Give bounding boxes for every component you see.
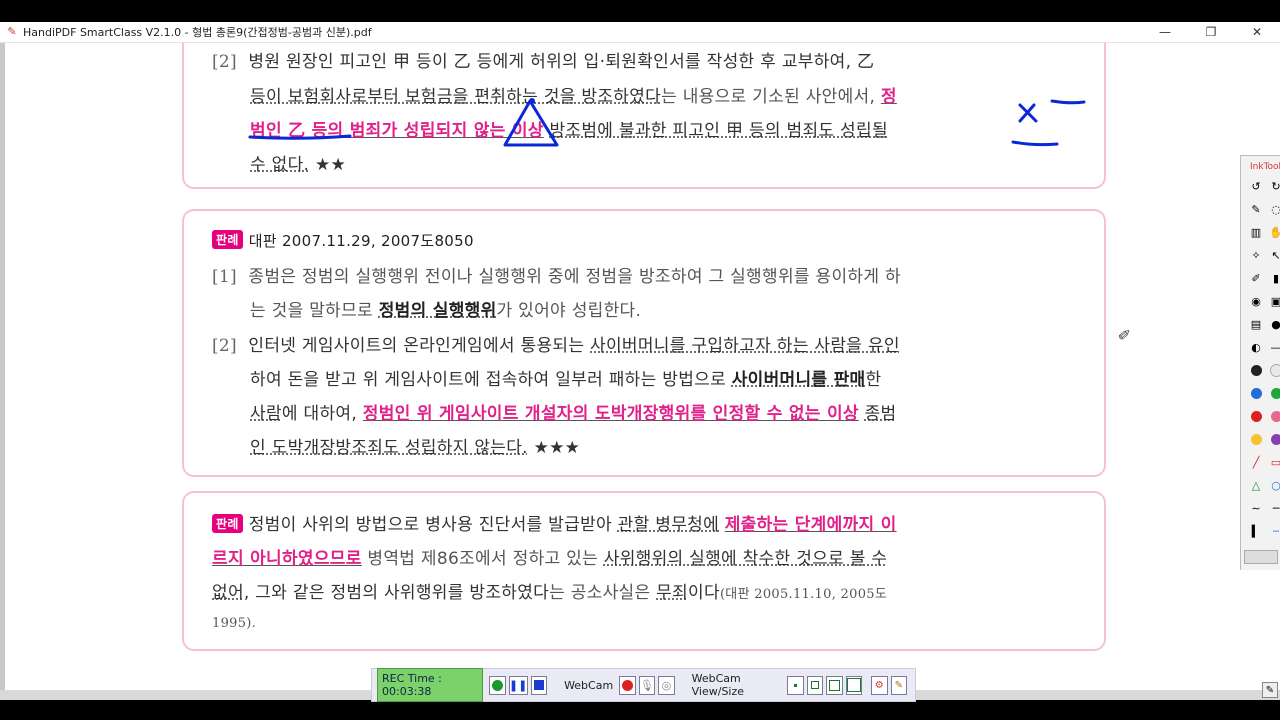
triangle-tool-icon[interactable]: △: [1246, 474, 1266, 497]
eye-icon[interactable]: ◉: [1246, 290, 1266, 313]
undo-icon[interactable]: ↺: [1246, 175, 1266, 198]
size-3-icon: [828, 679, 840, 691]
color-green[interactable]: [1266, 382, 1280, 405]
thin-line-icon[interactable]: ─: [1266, 497, 1280, 520]
view-size-4-button[interactable]: [845, 675, 863, 695]
color-purple[interactable]: [1266, 428, 1280, 451]
palette-icon[interactable]: ◐: [1246, 336, 1266, 359]
marker-icon[interactable]: ✐: [1246, 267, 1266, 290]
view-size-3-button[interactable]: [826, 675, 843, 695]
webcam-button[interactable]: ◎: [658, 675, 675, 695]
inktool-scrollbar[interactable]: [1244, 550, 1278, 564]
record-button[interactable]: [489, 675, 506, 695]
recorder-toolbar: REC Time : 00:03:38 ❚❚ WebCam 🎙 ◎ WebCam…: [371, 668, 916, 702]
pause-button[interactable]: ❚❚: [508, 675, 528, 695]
pause-icon: ❚❚: [508, 678, 528, 692]
stop-button[interactable]: [530, 675, 548, 695]
underline-stroke: [1050, 99, 1086, 105]
color-swatch: [1270, 434, 1280, 445]
color-swatch: [1250, 434, 1262, 445]
window-title: HandiPDF SmartClass V2.1.0 - 형법 총론9(간접정범…: [23, 26, 372, 39]
color-swatch: [1270, 411, 1280, 422]
settings-button[interactable]: ⚙: [871, 675, 888, 695]
book-icon[interactable]: ▤: [1246, 313, 1266, 336]
pen-tool-icon: ✎: [894, 679, 903, 691]
pdf-viewer[interactable]: [2] 병원 원장인 피고인 甲 등이 乙 등에게 허위의 입·퇴원확인서를 작…: [0, 43, 1280, 690]
color-swatch: [1250, 365, 1262, 376]
microphone-button[interactable]: 🎙: [638, 675, 656, 695]
color-swatch: [1269, 364, 1280, 377]
redo-icon[interactable]: ↻: [1266, 175, 1280, 198]
webcam-view-size-label: WebCam View/Size: [691, 672, 745, 698]
inktool-grid: ↺ ↻ ✎ ◌ ▥ ✋ ✧ ↖ ✐ ▮ ◉ ▣ ▤ ● ◐ — ╱ ▭ △ ○ …: [1241, 175, 1280, 543]
record-icon: [491, 679, 503, 691]
color-yellow[interactable]: [1246, 428, 1266, 451]
color-black[interactable]: [1246, 359, 1266, 382]
highlighter-icon[interactable]: ▮: [1266, 267, 1280, 290]
lasso-icon[interactable]: ◌: [1266, 198, 1280, 221]
minimize-button[interactable]: —: [1142, 22, 1188, 42]
webcam-record-icon: [621, 679, 633, 691]
eraser-icon[interactable]: ▥: [1246, 221, 1266, 244]
webcam-label: WebCam: [564, 678, 614, 692]
color-blue[interactable]: [1246, 382, 1266, 405]
app-icon: ✎: [7, 25, 17, 38]
size-1-icon: [793, 683, 797, 687]
thick-line-icon[interactable]: ▍: [1246, 520, 1266, 543]
color-red[interactable]: [1246, 405, 1266, 428]
microphone-icon: 🎙: [639, 678, 654, 692]
wand-icon[interactable]: ✧: [1246, 244, 1266, 267]
color-white[interactable]: [1266, 359, 1280, 382]
webcam-icon: ◎: [661, 678, 672, 692]
inktool-panel[interactable]: InkTool ↺ ↻ ✎ ◌ ▥ ✋ ✧ ↖ ✐ ▮ ◉ ▣ ▤ ● ◐ — …: [1240, 155, 1280, 570]
line-tool-icon[interactable]: ╱: [1246, 451, 1266, 474]
view-size-1-button[interactable]: [787, 675, 804, 695]
dash-line-icon[interactable]: ┄: [1266, 520, 1280, 543]
settings-icon: ⚙: [874, 679, 884, 691]
hand-icon[interactable]: ✋: [1266, 221, 1280, 244]
wave-tool-icon[interactable]: ∼: [1246, 497, 1266, 520]
color-swatch: [1250, 411, 1262, 422]
x-mark: [1018, 103, 1038, 123]
webcam-record-button[interactable]: [619, 675, 636, 695]
underline-stroke: [1011, 140, 1059, 147]
stop-icon: [533, 680, 544, 690]
size-4-icon: [846, 678, 861, 692]
maximize-button[interactable]: ❐: [1188, 22, 1234, 42]
pen-tool-button[interactable]: ✎: [890, 675, 908, 695]
color-swatch: [1270, 388, 1280, 399]
color-swatch: [1250, 388, 1262, 399]
color-pink[interactable]: [1266, 405, 1280, 428]
inktool-title: InkTool: [1250, 162, 1280, 172]
triangle-mark: [503, 99, 559, 147]
dot-size-icon[interactable]: ●: [1266, 313, 1280, 336]
cursor-icon[interactable]: ↖: [1266, 244, 1280, 267]
line-width-icon[interactable]: —: [1266, 336, 1280, 359]
triangle-dot: [529, 98, 535, 104]
title-bar: ✎ HandiPDF SmartClass V2.1.0 - 형법 총론9(간접…: [0, 22, 1280, 43]
pen-annotations: [248, 98, 1086, 147]
circle-tool-icon[interactable]: ○: [1266, 474, 1280, 497]
screen-icon[interactable]: ▣: [1266, 290, 1280, 313]
edit-icon[interactable]: ✎: [1262, 682, 1278, 698]
pen-icon[interactable]: ✎: [1246, 198, 1266, 221]
view-size-2-button[interactable]: [806, 675, 824, 695]
underline-stroke: [248, 134, 352, 140]
close-button[interactable]: ✕: [1234, 22, 1280, 42]
rect-tool-icon[interactable]: ▭: [1266, 451, 1280, 474]
size-2-icon: [810, 681, 819, 689]
rec-time-display: REC Time : 00:03:38: [377, 668, 484, 702]
